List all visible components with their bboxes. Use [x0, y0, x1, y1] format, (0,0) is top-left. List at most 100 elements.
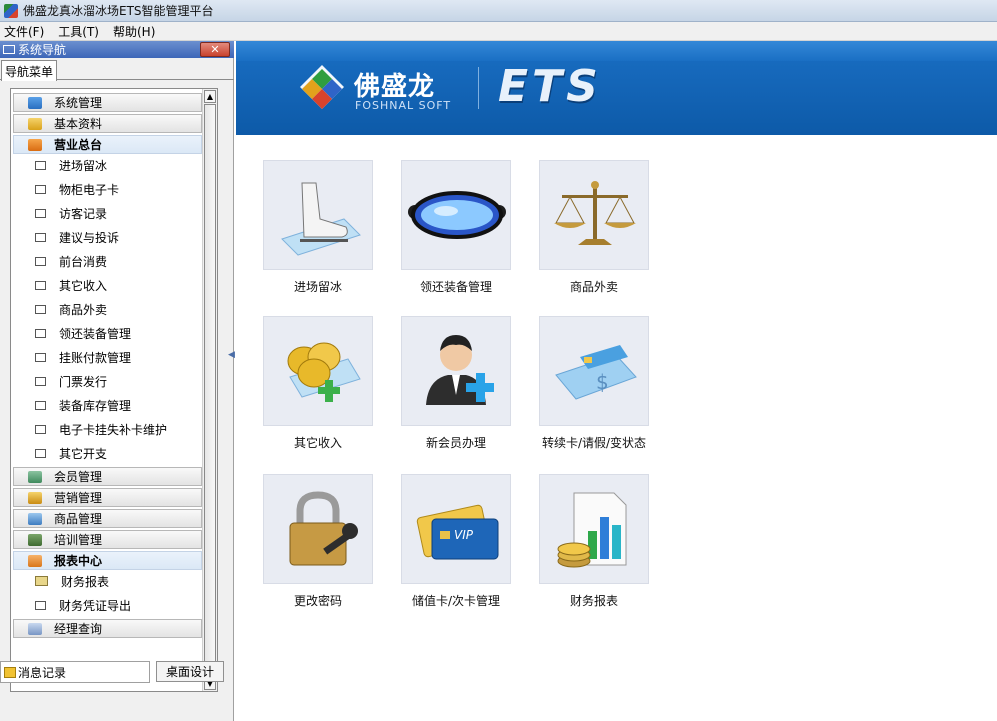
navigation-panel: 系统导航 ✕ 导航菜单 系统管理 基本资料 营业总台 进场留冰 物柜电子卡 访客… [0, 41, 234, 721]
nav-item-equipment-stock[interactable]: 装备库存管理 [35, 395, 131, 415]
window-icon [35, 377, 46, 386]
window-icon [35, 161, 46, 170]
window-icon [35, 425, 46, 434]
nav-group-members[interactable]: 会员管理 [13, 467, 202, 486]
nav-group-system[interactable]: 系统管理 [13, 93, 202, 112]
goggles-icon [402, 161, 512, 271]
window-icon [35, 329, 46, 338]
brand-divider [478, 67, 479, 109]
nav-item-visitor-log[interactable]: 访客记录 [35, 203, 107, 223]
brand-name-en: FOSHNAL SOFT [355, 99, 451, 112]
tile-card-transfer[interactable]: $ [539, 316, 649, 426]
window-icon [35, 281, 46, 290]
scroll-up-button[interactable]: ▲ [204, 90, 216, 103]
counter-icon [28, 139, 42, 151]
desktop-design-tab[interactable]: 桌面设计 [156, 661, 224, 682]
tile-label: 领还装备管理 [386, 278, 526, 295]
monitor-icon [28, 97, 42, 109]
nav-panel-title: 系统导航 [18, 41, 66, 58]
padlock-icon [264, 475, 374, 585]
window-icon [35, 449, 46, 458]
svg-text:VIP: VIP [454, 528, 474, 542]
nav-tab-strip: 导航菜单 [0, 58, 234, 80]
report-center-icon [28, 555, 42, 567]
members-icon [28, 471, 42, 483]
brand-ets-logo: ETS [498, 61, 602, 112]
nav-group-training[interactable]: 培训管理 [13, 530, 202, 549]
new-member-icon [402, 317, 512, 427]
tile-takeaway[interactable] [539, 160, 649, 270]
training-icon [28, 534, 42, 546]
card-transfer-icon: $ [540, 317, 650, 427]
window-icon [35, 401, 46, 410]
window-title: 佛盛龙真冰溜冰场ETS智能管理平台 [23, 2, 214, 19]
tile-equipment[interactable] [401, 160, 511, 270]
message-icon [4, 667, 16, 678]
nav-item-finance-report[interactable]: 财务报表 [35, 571, 109, 591]
nav-item-voucher-export[interactable]: 财务凭证导出 [35, 595, 131, 615]
menu-help[interactable]: 帮助(H) [113, 23, 155, 40]
tile-label: 其它收入 [248, 434, 388, 451]
menu-tools[interactable]: 工具(T) [58, 23, 99, 40]
nav-group-manager-query[interactable]: 经理查询 [13, 619, 202, 638]
folder-icon [35, 576, 48, 586]
window-icon [35, 233, 46, 242]
nav-group-reports[interactable]: 报表中心 [13, 551, 202, 570]
financial-report-icon [540, 475, 650, 585]
window-icon [35, 185, 46, 194]
window-icon [35, 353, 46, 362]
nav-scrollbar[interactable]: ▲ ▼ [202, 89, 217, 691]
window-icon [35, 601, 46, 610]
nav-item-takeaway[interactable]: 商品外卖 [35, 299, 107, 319]
tile-change-password[interactable] [263, 474, 373, 584]
nav-item-suggestions[interactable]: 建议与投诉 [35, 227, 119, 247]
goods-icon [28, 513, 42, 525]
menu-bar: 文件(F) 工具(T) 帮助(H) [0, 22, 997, 41]
tab-nav-menu[interactable]: 导航菜单 [1, 60, 57, 81]
nav-group-business[interactable]: 营业总台 [13, 135, 202, 154]
window-icon [35, 257, 46, 266]
nav-group-goods[interactable]: 商品管理 [13, 509, 202, 528]
scroll-thumb[interactable] [204, 104, 216, 679]
tile-label: 更改密码 [248, 592, 388, 609]
tile-label: 转续卡/请假/变状态 [524, 434, 664, 451]
nav-group-marketing[interactable]: 营销管理 [13, 488, 202, 507]
tile-label: 商品外卖 [524, 278, 664, 295]
svg-text:$: $ [596, 370, 609, 394]
tile-new-member[interactable] [401, 316, 511, 426]
foshnal-logo-icon [298, 63, 346, 111]
window-icon [35, 305, 46, 314]
window-icon [35, 209, 46, 218]
tile-other-income[interactable] [263, 316, 373, 426]
tile-entry-ice[interactable] [263, 160, 373, 270]
message-log-tab[interactable]: 消息记录 [0, 661, 150, 683]
nav-panel-icon [3, 45, 15, 54]
panel-splitter-arrow[interactable]: ◀ [228, 350, 234, 364]
nav-item-front-desk[interactable]: 前台消费 [35, 251, 107, 271]
ice-skate-icon [264, 161, 374, 271]
nav-item-ticket-issue[interactable]: 门票发行 [35, 371, 107, 391]
nav-group-basic-data[interactable]: 基本资料 [13, 114, 202, 133]
menu-file[interactable]: 文件(F) [4, 23, 44, 40]
scale-icon [540, 161, 650, 271]
nav-item-credit-payment[interactable]: 挂账付款管理 [35, 347, 131, 367]
nav-item-equipment[interactable]: 领还装备管理 [35, 323, 131, 343]
tile-label: 进场留冰 [248, 278, 388, 295]
tile-label: 储值卡/次卡管理 [386, 592, 526, 609]
coins-add-icon [264, 317, 374, 427]
nav-item-other-expense[interactable]: 其它开支 [35, 443, 107, 463]
nav-item-locker-card[interactable]: 物柜电子卡 [35, 179, 119, 199]
nav-item-entry-ice[interactable]: 进场留冰 [35, 155, 107, 175]
tile-stored-value[interactable]: VIP [401, 474, 511, 584]
tile-financial-report[interactable] [539, 474, 649, 584]
nav-panel-header: 系统导航 ✕ [0, 41, 234, 58]
title-bar: 佛盛龙真冰溜冰场ETS智能管理平台 [0, 0, 997, 22]
message-log-label: 消息记录 [18, 664, 66, 681]
search-person-icon [28, 623, 42, 635]
tile-label: 财务报表 [524, 592, 664, 609]
folder-icon [28, 118, 42, 130]
nav-item-other-income[interactable]: 其它收入 [35, 275, 107, 295]
nav-item-card-loss[interactable]: 电子卡挂失补卡维护 [35, 419, 167, 439]
nav-close-button[interactable]: ✕ [200, 42, 230, 57]
app-logo-icon [4, 4, 18, 18]
